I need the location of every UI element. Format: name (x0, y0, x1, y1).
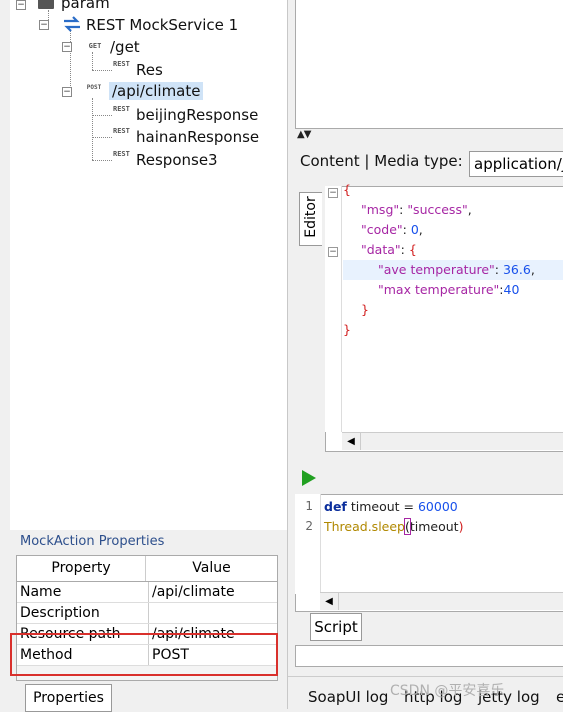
scroll-left-icon[interactable]: ◀ (342, 433, 361, 450)
rest-response-icon: REST (113, 150, 130, 158)
code-line: "code": 0, (361, 222, 423, 237)
code-line: "msg": "success", (361, 202, 472, 217)
rest-response-icon: REST (113, 127, 130, 135)
column-header-value[interactable]: Value (146, 556, 277, 581)
tree-guide (92, 70, 112, 71)
line-number: 1 (305, 499, 313, 513)
collapse-toggle[interactable]: − (39, 20, 49, 30)
script-line: def timeout = 60000 (324, 499, 458, 514)
split-arrows-icon[interactable]: ▲▼ (297, 129, 311, 140)
watermark: CSDN @平安喜乐 (390, 683, 505, 699)
post-method-icon: POST (86, 84, 102, 91)
tree-node-response-3[interactable]: Response3 (136, 151, 218, 169)
project-tree[interactable] (10, 0, 288, 530)
rest-response-icon: REST (113, 105, 130, 113)
tree-guide (92, 115, 112, 116)
table-header: Property Value (17, 556, 277, 582)
tree-node-project[interactable]: param (61, 0, 110, 12)
code-line: } (343, 322, 351, 337)
rest-response-icon: REST (113, 60, 130, 68)
code-line: "data": { (361, 242, 417, 257)
get-method-icon: GET (88, 42, 102, 50)
tab-properties[interactable]: Properties (25, 684, 112, 712)
tree-guide (92, 52, 93, 70)
line-number: 2 (305, 519, 313, 533)
mock-service-icon (64, 16, 80, 32)
horizontal-scrollbar[interactable]: ◀ (320, 592, 563, 610)
editor-gutter (325, 186, 342, 432)
status-strip (295, 645, 563, 667)
tree-node-response-beijing[interactable]: beijingResponse (136, 106, 258, 124)
table-row[interactable]: Name /api/climate (17, 582, 277, 603)
tree-guide (92, 137, 112, 138)
property-name: Description (17, 603, 149, 623)
project-folder-icon (38, 0, 54, 9)
run-script-icon[interactable] (302, 470, 316, 486)
collapse-toggle[interactable]: − (62, 42, 72, 52)
tree-node-mock-service[interactable]: REST MockService 1 (86, 16, 238, 34)
media-type-input[interactable]: application/json (469, 151, 563, 177)
column-header-property[interactable]: Property (17, 556, 146, 581)
collapse-toggle[interactable]: − (16, 0, 26, 10)
request-panel (295, 0, 563, 129)
content-media-type-label: Content | Media type: (300, 152, 463, 170)
tab-soapui-log[interactable]: SoapUI log (308, 688, 388, 706)
script-line: Thread.sleep(timeout) (324, 518, 464, 535)
tree-node-response-res[interactable]: Res (136, 61, 163, 79)
highlight-annotation-box (10, 633, 278, 676)
property-name: Name (17, 582, 149, 602)
scroll-left-icon[interactable]: ◀ (320, 593, 339, 610)
properties-title: MockAction Properties (20, 534, 165, 549)
tree-guide (92, 98, 93, 160)
line-number-gutter: 1 2 (295, 494, 321, 594)
tree-node-action-climate[interactable]: /api/climate (109, 82, 204, 100)
tree-node-action-get[interactable]: /get (110, 38, 140, 56)
tree-guide (92, 160, 112, 161)
tree-guide (70, 30, 71, 92)
script-button[interactable]: Script (310, 613, 362, 641)
code-line: } (361, 302, 369, 317)
horizontal-scrollbar[interactable]: ◀ (342, 432, 563, 450)
tree-node-response-hainan[interactable]: hainanResponse (136, 128, 259, 146)
tab-editor[interactable]: Editor (299, 192, 322, 246)
table-row[interactable]: Description (17, 603, 277, 624)
fold-toggle-icon[interactable]: − (328, 247, 338, 257)
code-line: "max temperature":40 (378, 282, 520, 297)
code-line: "ave temperature": 36.6, (378, 262, 535, 277)
property-value[interactable]: /api/climate (149, 582, 277, 602)
fold-toggle-icon[interactable]: − (328, 188, 338, 198)
collapse-toggle[interactable]: − (62, 87, 72, 97)
tab-error-log[interactable]: e (556, 688, 563, 706)
code-line: { (343, 182, 351, 197)
property-value[interactable] (149, 603, 277, 623)
tab-editor-label: Editor (303, 196, 319, 238)
